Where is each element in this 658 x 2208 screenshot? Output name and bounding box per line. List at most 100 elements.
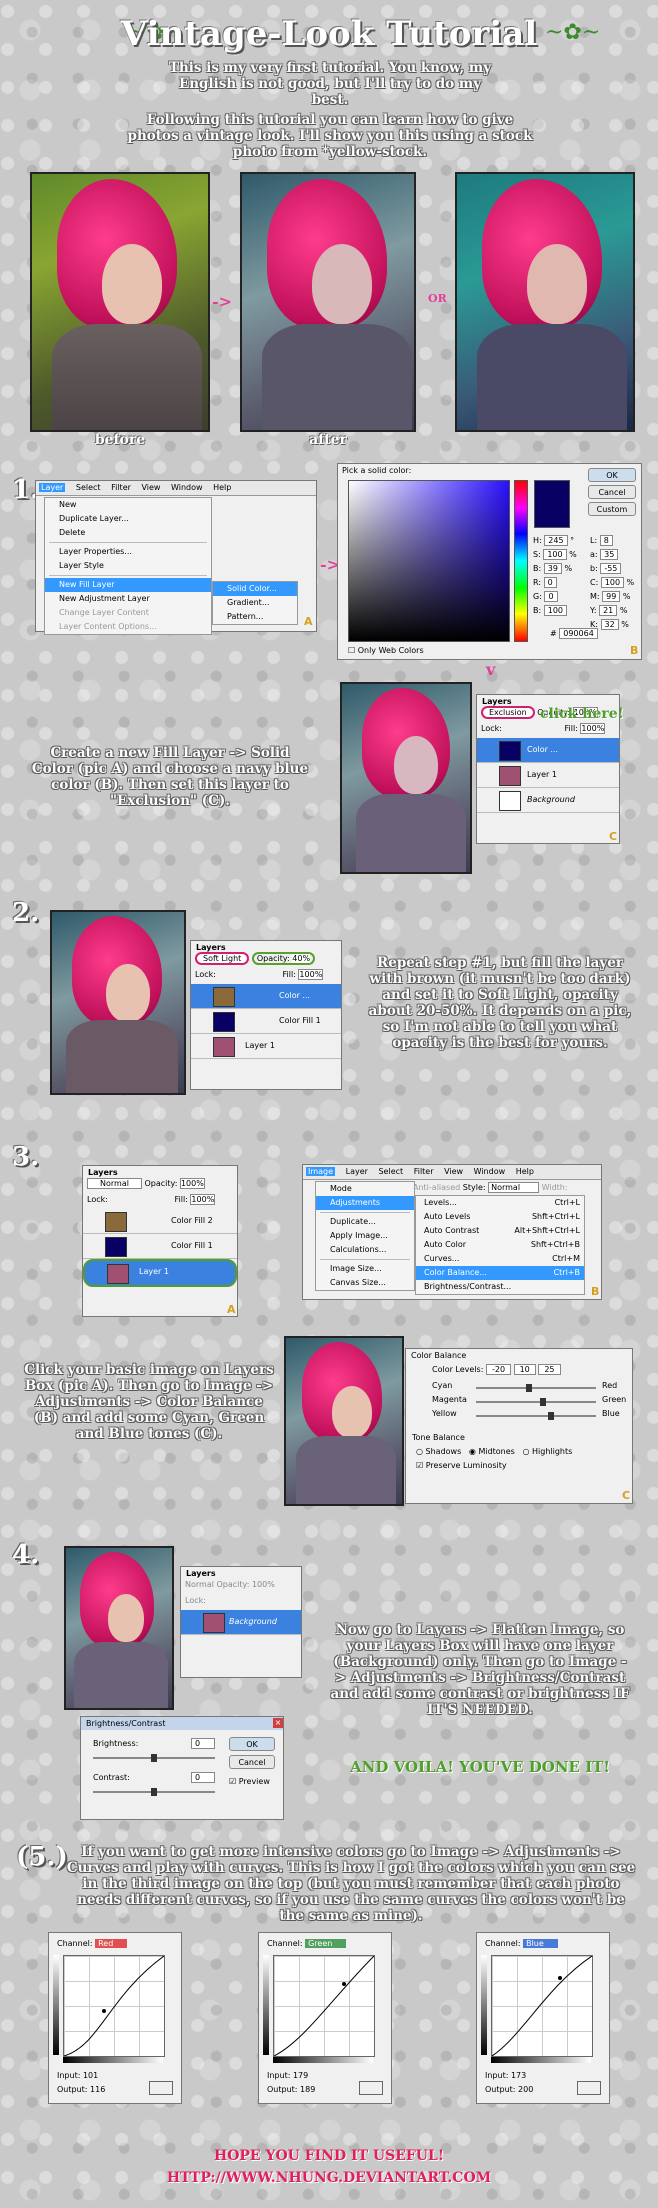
preview-checkbox[interactable]: ☑ Preview	[229, 1777, 270, 1786]
channel-select-blue[interactable]: Blue	[523, 1939, 558, 1948]
radio-shadows[interactable]: ○ Shadows	[416, 1447, 461, 1456]
level-magenta-green[interactable]: 10	[513, 1364, 536, 1375]
field-r: R: 0	[533, 577, 583, 592]
curve-tool-icon[interactable]	[359, 2081, 383, 2095]
layer-row-layer-1[interactable]: Layer 1	[477, 763, 619, 788]
radio-midtones[interactable]: ◉ Midtones	[469, 1447, 515, 1456]
magenta-green-slider[interactable]	[476, 1398, 596, 1406]
menu-item-new-adjustment-layer[interactable]: New Adjustment Layer	[45, 592, 211, 606]
layer-row-brown-fill[interactable]: Color ...	[191, 984, 341, 1009]
layers-panel-step3: Layers Normal Opacity: 100% Lock: Fill: …	[82, 1165, 238, 1317]
menu-select[interactable]: Select	[76, 483, 101, 492]
menu-item-image-size[interactable]: Image Size...	[316, 1262, 414, 1276]
curve-tool-icon[interactable]	[149, 2081, 173, 2095]
submenu-auto-levels[interactable]: Auto Levels Shft+Ctrl+L	[416, 1210, 584, 1224]
cancel-button[interactable]: Cancel	[588, 485, 636, 499]
menu-view[interactable]: View	[444, 1167, 463, 1176]
brightness-field[interactable]: 0	[191, 1738, 215, 1749]
menu-item-new[interactable]: New	[45, 498, 211, 512]
contrast-slider[interactable]	[93, 1788, 215, 1796]
submenu-pattern[interactable]: Pattern...	[213, 610, 297, 624]
menu-item-delete[interactable]: Delete	[45, 526, 211, 540]
step-4-text: Now go to Layers -> Flatten Image, so yo…	[330, 1622, 630, 1718]
menu-window[interactable]: Window	[474, 1167, 506, 1176]
hue-slider[interactable]	[514, 480, 528, 642]
close-icon[interactable]: ×	[273, 1718, 283, 1728]
preserve-luminosity-checkbox[interactable]: ☑ Preserve Luminosity	[416, 1461, 507, 1470]
menu-item-duplicate-layer[interactable]: Duplicate Layer...	[45, 512, 211, 526]
menu-filter[interactable]: Filter	[111, 483, 131, 492]
brightness-slider[interactable]	[93, 1754, 215, 1762]
blend-mode-select[interactable]: Soft Light	[195, 952, 250, 965]
submenu-auto-contrast[interactable]: Auto Contrast Alt+Shft+Ctrl+L	[416, 1224, 584, 1238]
cancel-button[interactable]: Cancel	[229, 1755, 275, 1769]
curve-tool-icon[interactable]	[577, 2081, 601, 2095]
green-label: Green	[602, 1395, 627, 1404]
menu-image[interactable]: Image	[306, 1167, 336, 1176]
input-gradient-bar	[63, 2057, 163, 2063]
step-5-number: (5.)	[16, 1842, 68, 1872]
menu-item-adjustments[interactable]: Adjustments	[316, 1196, 414, 1210]
layer-thumb-navy	[213, 1012, 235, 1032]
custom-button[interactable]: Custom	[588, 502, 636, 516]
menu-filter[interactable]: Filter	[414, 1167, 434, 1176]
ok-button[interactable]: OK	[588, 468, 636, 482]
menu-item-calculations[interactable]: Calculations...	[316, 1243, 414, 1257]
blend-mode-select[interactable]: Exclusion	[481, 706, 535, 719]
submenu-solid-color[interactable]: Solid Color...	[213, 582, 297, 596]
only-web-colors-checkbox[interactable]: ☐ Only Web Colors	[348, 646, 424, 655]
cyan-red-slider[interactable]	[476, 1384, 596, 1392]
menu-select[interactable]: Select	[378, 1167, 403, 1176]
curve-grid-red[interactable]	[63, 1955, 165, 2057]
channel-select-red[interactable]: Red	[95, 1939, 128, 1948]
channel-select-green[interactable]: Green	[305, 1939, 347, 1948]
footer-url[interactable]: HTTP://WWW.NHUNG.DEVIANTART.COM	[0, 2170, 658, 2186]
menu-help[interactable]: Help	[516, 1167, 534, 1176]
contrast-field[interactable]: 0	[191, 1772, 215, 1783]
layer-row-background[interactable]: Background	[181, 1610, 301, 1635]
blend-mode-select[interactable]: Normal	[87, 1178, 142, 1189]
menu-item-mode[interactable]: Mode	[316, 1182, 414, 1196]
layer-row-color-fill-1[interactable]: Color Fill 1	[191, 1009, 341, 1034]
submenu-brightness-contrast[interactable]: Brightness/Contrast...	[416, 1280, 584, 1294]
menu-window[interactable]: Window	[171, 483, 203, 492]
menu-view[interactable]: View	[141, 483, 160, 492]
submenu-levels[interactable]: Levels... Ctrl+L	[416, 1196, 584, 1210]
menu-help[interactable]: Help	[213, 483, 231, 492]
layer-row-background[interactable]: Background	[477, 788, 619, 813]
radio-highlights[interactable]: ○ Highlights	[522, 1447, 572, 1456]
menu-layer[interactable]: Layer	[346, 1167, 368, 1176]
yellow-label: Yellow	[432, 1409, 457, 1418]
ok-button[interactable]: OK	[229, 1737, 275, 1751]
layer-row-layer-1[interactable]: Layer 1	[191, 1034, 341, 1059]
level-yellow-blue[interactable]: 25	[538, 1364, 561, 1375]
menu-item-layer-properties[interactable]: Layer Properties...	[45, 545, 211, 559]
menu-item-apply-image[interactable]: Apply Image...	[316, 1229, 414, 1243]
layer-row-color-fill-2[interactable]: Color Fill 2	[83, 1209, 237, 1234]
field-c: C: 100 %	[590, 577, 635, 588]
intro-text-2: Following this tutorial you can learn ho…	[127, 112, 533, 160]
submenu-curves[interactable]: Curves... Ctrl+M	[416, 1252, 584, 1266]
menu-divider	[320, 1259, 410, 1260]
submenu-color-balance[interactable]: Color Balance... Ctrl+B	[416, 1266, 584, 1280]
menu-item-duplicate[interactable]: Duplicate...	[316, 1215, 414, 1229]
submenu-auto-color[interactable]: Auto Color Shft+Ctrl+B	[416, 1238, 584, 1252]
submenu-gradient[interactable]: Gradient...	[213, 596, 297, 610]
field-b: B: 39 %	[533, 563, 573, 574]
layer-row-layer-1[interactable]: Layer 1	[83, 1259, 237, 1287]
layers-tab[interactable]: Layers	[181, 1567, 301, 1580]
menu-item-new-fill-layer[interactable]: New Fill Layer	[45, 578, 211, 592]
layer-row-color-fill-1[interactable]: Color Fill 1	[83, 1234, 237, 1259]
menu-layer[interactable]: Layer	[39, 483, 66, 492]
opacity-field[interactable]: 40%	[292, 954, 311, 963]
curve-grid-blue[interactable]	[491, 1955, 593, 2057]
badge-a: A	[227, 1303, 236, 1316]
menu-item-canvas-size[interactable]: Canvas Size...	[316, 1276, 414, 1290]
yellow-blue-slider[interactable]	[476, 1412, 596, 1420]
menu-item-layer-style[interactable]: Layer Style	[45, 559, 211, 573]
level-cyan-red[interactable]: -20	[485, 1364, 512, 1375]
hex-field[interactable]: # 090064	[550, 628, 598, 639]
curve-grid-green[interactable]	[273, 1955, 375, 2057]
layer-row-color-fill[interactable]: Color ...	[477, 738, 619, 763]
color-field[interactable]	[348, 480, 510, 642]
